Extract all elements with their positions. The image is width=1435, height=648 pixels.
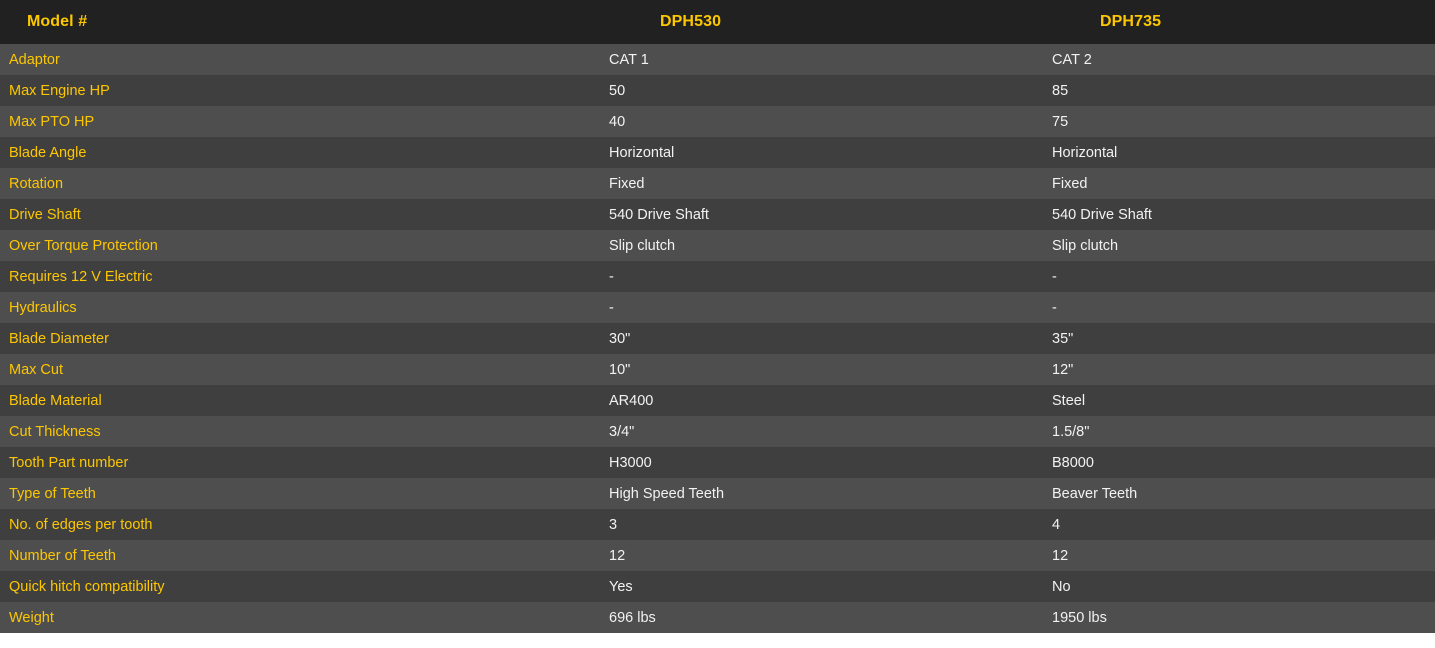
- spec-value-cell-dph530: Slip clutch: [609, 237, 676, 254]
- spec-label-cell: Blade Angle: [9, 144, 87, 161]
- table-row: Quick hitch compatibility Yes No: [0, 571, 1435, 602]
- spec-label-cell: Max PTO HP: [9, 113, 95, 130]
- table-header-row: Model # DPH530 DPH735: [0, 0, 1435, 44]
- spec-value-cell-dph735: No: [1052, 578, 1071, 595]
- spec-value-cell-dph735: Steel: [1052, 392, 1086, 409]
- table-row: Max Engine HP 50 85: [0, 75, 1435, 106]
- spec-value-cell-dph735: 12: [1052, 547, 1069, 564]
- spec-label-cell: Cut Thickness: [9, 423, 101, 440]
- spec-label-cell: Requires 12 V Electric: [9, 268, 153, 285]
- spec-value-cell-dph530: H3000: [609, 454, 652, 471]
- spec-label-cell: Max Engine HP: [9, 82, 110, 99]
- spec-value-cell-dph735: Slip clutch: [1052, 237, 1119, 254]
- spec-value-cell-dph530: Horizontal: [609, 144, 675, 161]
- table-row: Rotation Fixed Fixed: [0, 168, 1435, 199]
- table-row: Blade Angle Horizontal Horizontal: [0, 137, 1435, 168]
- table-row: Hydraulics - -: [0, 292, 1435, 323]
- table-body: Adaptor CAT 1 CAT 2 Max Engine HP 50 85 Max PT…: [0, 44, 1435, 633]
- spec-value-cell-dph735: -: [1052, 299, 1057, 316]
- spec-label-cell: Blade Diameter: [9, 330, 109, 347]
- column-header-model: Model #: [27, 13, 88, 30]
- table-row: Max Cut 10" 12": [0, 354, 1435, 385]
- table-row: Number of Teeth 12 12: [0, 540, 1435, 571]
- spec-label-cell: Drive Shaft: [9, 206, 81, 223]
- spec-value-cell-dph735: 85: [1052, 82, 1069, 99]
- model-specification-table: Model # DPH530 DPH735 Adaptor CAT 1 CAT 2 M…: [0, 0, 1435, 633]
- table-row: Blade Material AR400 Steel: [0, 385, 1435, 416]
- spec-value-cell-dph735: Horizontal: [1052, 144, 1118, 161]
- spec-value-cell-dph530: 40: [609, 113, 626, 130]
- column-header-dph530: DPH530: [660, 13, 722, 30]
- spec-value-cell-dph530: CAT 1: [609, 51, 649, 68]
- spec-value-cell-dph735: B8000: [1052, 454, 1094, 471]
- spec-label-cell: Hydraulics: [9, 299, 77, 316]
- table-row: Max PTO HP 40 75: [0, 106, 1435, 137]
- spec-value-cell-dph530: High Speed Teeth: [609, 485, 725, 502]
- spec-value-cell-dph530: -: [609, 268, 614, 285]
- table-row: Blade Diameter 30" 35": [0, 323, 1435, 354]
- spec-label-cell: Blade Material: [9, 392, 102, 409]
- spec-value-cell-dph530: 540 Drive Shaft: [609, 206, 709, 223]
- table-row: Cut Thickness 3/4" 1.5/8": [0, 416, 1435, 447]
- table-row: Type of Teeth High Speed Teeth Beaver Teet…: [0, 478, 1435, 509]
- spec-value-cell-dph735: 12": [1052, 361, 1074, 378]
- spec-value-cell-dph735: CAT 2: [1052, 51, 1092, 68]
- spec-label-cell: No. of edges per tooth: [9, 516, 153, 533]
- spec-value-cell-dph530: AR400: [609, 392, 654, 409]
- spec-label-cell: Number of Teeth: [9, 547, 116, 564]
- spec-label-cell: Type of Teeth: [9, 485, 96, 502]
- spec-value-cell-dph735: -: [1052, 268, 1057, 285]
- spec-value-cell-dph530: 50: [609, 82, 626, 99]
- spec-value-cell-dph530: 12: [609, 547, 626, 564]
- spec-value-cell-dph530: 30": [609, 330, 631, 347]
- table-row: Weight 696 lbs 1950 lbs: [0, 602, 1435, 633]
- table-row: Drive Shaft 540 Drive Shaft 540 Drive Shaf…: [0, 199, 1435, 230]
- spec-label-cell: Adaptor: [9, 51, 60, 68]
- table-row: Adaptor CAT 1 CAT 2: [0, 44, 1435, 75]
- spec-value-cell-dph735: 1950 lbs: [1052, 609, 1107, 626]
- spec-label-cell: Over Torque Protection: [9, 237, 158, 254]
- spec-label-cell: Rotation: [9, 175, 64, 192]
- spec-label-cell: Max Cut: [9, 361, 63, 378]
- table-header: Model # DPH530 DPH735: [0, 0, 1435, 44]
- table-row: Tooth Part number H3000 B8000: [0, 447, 1435, 478]
- column-header-dph735: DPH735: [1100, 13, 1162, 30]
- spec-value-cell-dph530: -: [609, 299, 614, 316]
- spec-value-cell-dph735: 35": [1052, 330, 1074, 347]
- spec-value-cell-dph735: Beaver Teeth: [1052, 485, 1138, 502]
- spec-value-cell-dph735: 75: [1052, 113, 1069, 130]
- table-row: Requires 12 V Electric - -: [0, 261, 1435, 292]
- spec-value-cell-dph735: 540 Drive Shaft: [1052, 206, 1152, 223]
- spec-value-cell-dph735: 1.5/8": [1052, 423, 1090, 440]
- spec-value-cell-dph530: Yes: [609, 578, 633, 595]
- spec-value-cell-dph735: Fixed: [1052, 175, 1088, 192]
- table-row: Over Torque Protection Slip clutch Slip cl…: [0, 230, 1435, 261]
- spec-label-cell: Quick hitch compatibility: [9, 578, 165, 595]
- spec-label-cell: Weight: [9, 609, 54, 626]
- spec-value-cell-dph530: 696 lbs: [609, 609, 656, 626]
- spec-table-container: Model # DPH530 DPH735 Adaptor CAT 1 CAT 2 M…: [0, 0, 1435, 648]
- spec-value-cell-dph530: Fixed: [609, 175, 645, 192]
- spec-value-cell-dph530: 10": [609, 361, 631, 378]
- spec-label-cell: Tooth Part number: [9, 454, 129, 471]
- spec-value-cell-dph530: 3/4": [609, 423, 635, 440]
- spec-value-cell-dph735: 4: [1052, 516, 1061, 533]
- spec-value-cell-dph530: 3: [609, 516, 618, 533]
- table-row: No. of edges per tooth 3 4: [0, 509, 1435, 540]
